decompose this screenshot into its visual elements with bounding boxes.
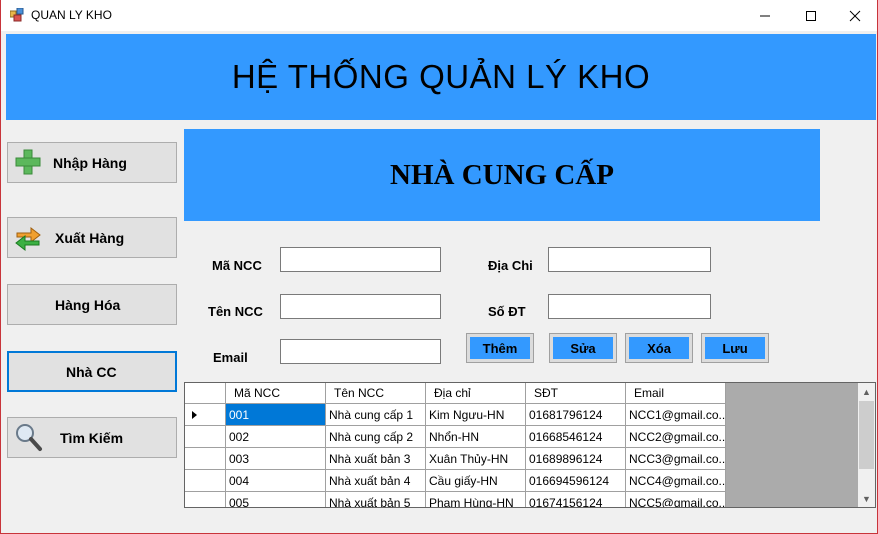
scroll-down-arrow-icon[interactable]: ▼ [858, 490, 875, 507]
edit-button-label: Sửa [553, 337, 613, 359]
window-title: QUAN LY KHO [31, 8, 112, 22]
email-field[interactable] [280, 339, 441, 364]
row-header[interactable] [185, 404, 226, 426]
supplier-grid[interactable]: Mã NCC Tên NCC Địa chỉ SĐT Email 001 Nhà… [184, 382, 876, 508]
minimize-button[interactable] [742, 0, 788, 31]
edit-button[interactable]: Sửa [549, 333, 617, 363]
table-cell[interactable]: 003 [226, 448, 326, 470]
row-header[interactable] [185, 448, 226, 470]
table-cell[interactable]: 01668546124 [526, 426, 626, 448]
grid-body: Mã NCC Tên NCC Địa chỉ SĐT Email 001 Nhà… [185, 383, 726, 507]
maximize-button[interactable] [788, 0, 834, 31]
section-title: NHÀ CUNG CẤP [390, 158, 614, 191]
swap-arrows-icon [15, 226, 41, 252]
table-cell[interactable]: NCC5@gmail.co... [626, 492, 726, 507]
header-banner: HỆ THỐNG QUẢN LÝ KHO [6, 34, 876, 120]
so-dt-label: Số ĐT [488, 304, 526, 319]
table-cell[interactable]: 01689896124 [526, 448, 626, 470]
sidebar-item-xuat-hang[interactable]: Xuất Hàng [7, 217, 177, 258]
sidebar-item-nhap-hang[interactable]: Nhập Hàng [7, 142, 177, 183]
row-header[interactable] [185, 426, 226, 448]
table-cell[interactable]: NCC1@gmail.co... [626, 404, 726, 426]
sidebar-item-hang-hoa[interactable]: Hàng Hóa [7, 284, 177, 325]
so-dt-field[interactable] [548, 294, 711, 319]
column-header[interactable]: Địa chỉ [426, 383, 526, 404]
row-header[interactable] [185, 470, 226, 492]
plus-icon [15, 149, 41, 175]
scroll-up-arrow-icon[interactable]: ▲ [858, 383, 875, 400]
minimize-icon [760, 15, 770, 16]
column-header[interactable]: Tên NCC [326, 383, 426, 404]
table-cell[interactable]: 01681796124 [526, 404, 626, 426]
table-cell[interactable]: 01674156124 [526, 492, 626, 507]
dia-chi-field[interactable] [548, 247, 711, 272]
table-cell[interactable]: Nhà xuất bản 5 [326, 492, 426, 507]
email-label: Email [213, 350, 248, 365]
section-banner: NHÀ CUNG CẤP [184, 129, 820, 221]
add-button[interactable]: Thêm [466, 333, 534, 363]
table-cell[interactable]: Nhà xuất bản 3 [326, 448, 426, 470]
table-cell[interactable]: Nhà xuất bản 4 [326, 470, 426, 492]
magnifier-icon [16, 424, 42, 451]
table-cell[interactable]: 016694596124 [526, 470, 626, 492]
scrollbar-thumb[interactable] [859, 401, 874, 469]
main-window: QUAN LY KHO HỆ THỐNG QUẢN LÝ KHO Nhập Hà… [0, 0, 878, 534]
maximize-icon [806, 10, 816, 21]
app-title: HỆ THỐNG QUẢN LÝ KHO [231, 58, 651, 95]
table-cell[interactable]: 001 [226, 404, 326, 426]
table-cell[interactable]: 002 [226, 426, 326, 448]
column-header[interactable]: SĐT [526, 383, 626, 404]
column-header[interactable]: Mã NCC [226, 383, 326, 404]
table-cell[interactable]: Nhà cung cấp 1 [326, 404, 426, 426]
app-icon [10, 8, 24, 22]
sidebar-item-tim-kiem[interactable]: Tìm Kiếm [7, 417, 177, 458]
row-header[interactable] [185, 492, 226, 507]
ten-ncc-field[interactable] [280, 294, 441, 319]
table-cell[interactable]: NCC2@gmail.co... [626, 426, 726, 448]
title-bar: QUAN LY KHO [1, 0, 877, 31]
table-cell[interactable]: NCC3@gmail.co... [626, 448, 726, 470]
close-button[interactable] [832, 0, 878, 31]
grid-corner-header[interactable] [185, 383, 226, 404]
ten-ncc-label: Tên NCC [208, 304, 263, 319]
delete-button[interactable]: Xóa [625, 333, 693, 363]
sidebar-item-nha-cc[interactable]: Nhà CC [7, 351, 177, 392]
sidebar-item-label: Nhập Hàng [53, 155, 127, 171]
sidebar-item-label: Hàng Hóa [55, 297, 121, 313]
ma-ncc-label: Mã NCC [212, 258, 262, 273]
sidebar-item-label: Xuất Hàng [55, 230, 125, 246]
current-row-arrow-icon [192, 411, 197, 419]
table-cell[interactable]: NCC4@gmail.co... [626, 470, 726, 492]
add-button-label: Thêm [470, 337, 530, 359]
sidebar-item-label: Nhà CC [66, 364, 117, 380]
vertical-scrollbar[interactable]: ▲ ▼ [858, 383, 875, 507]
close-icon [849, 10, 861, 21]
delete-button-label: Xóa [629, 337, 689, 359]
sidebar-item-label: Tìm Kiếm [60, 430, 124, 446]
column-header[interactable]: Email [626, 383, 726, 404]
table-cell[interactable]: Cầu giấy-HN [426, 470, 526, 492]
table-cell[interactable]: Nhà cung cấp 2 [326, 426, 426, 448]
table-cell[interactable]: 004 [226, 470, 326, 492]
save-button[interactable]: Lưu [701, 333, 769, 363]
table-cell[interactable]: Kim Ngưu-HN [426, 404, 526, 426]
table-cell[interactable]: Phạm Hùng-HN [426, 492, 526, 507]
dia-chi-label: Địa Chi [488, 258, 533, 273]
ma-ncc-field[interactable] [280, 247, 441, 272]
table-cell[interactable]: 005 [226, 492, 326, 507]
table-cell[interactable]: Nhổn-HN [426, 426, 526, 448]
table-cell[interactable]: Xuân Thủy-HN [426, 448, 526, 470]
save-button-label: Lưu [705, 337, 765, 359]
grid-empty-area [726, 383, 858, 507]
